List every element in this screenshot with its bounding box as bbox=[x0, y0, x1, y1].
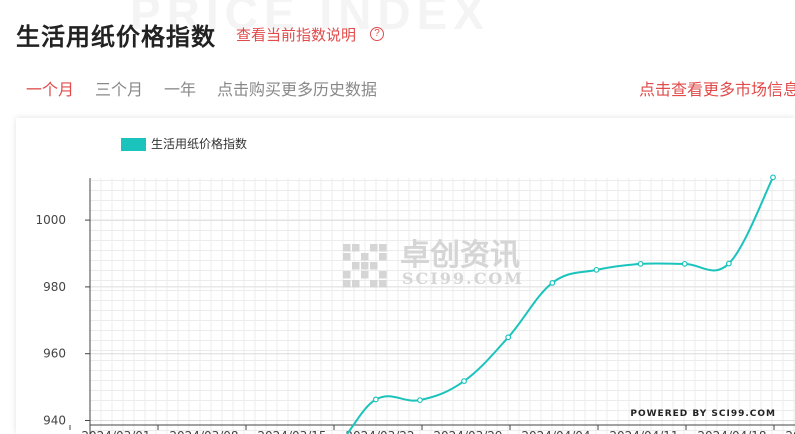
data-point bbox=[461, 378, 467, 384]
x-tick-label: 2024/03/15 bbox=[257, 429, 326, 434]
x-tick-label: 2024/03/08 bbox=[169, 429, 238, 434]
data-point bbox=[417, 397, 423, 404]
x-tick-label: 2024/04/25 bbox=[785, 429, 795, 434]
x-axis-ticks: 2024/03/01 2024/03/08 2024/03/15 2024/03/22… bbox=[69, 425, 795, 434]
watermark-square bbox=[379, 244, 387, 252]
data-point bbox=[549, 279, 556, 286]
powered-by-text: POWERED BY SCI99.COM bbox=[630, 409, 776, 419]
watermark-square bbox=[343, 280, 351, 288]
data-point bbox=[637, 260, 644, 267]
data-point bbox=[725, 260, 732, 267]
x-tick-label: 2024/03/29 bbox=[433, 429, 502, 434]
watermark-square bbox=[352, 280, 360, 288]
watermark-square bbox=[379, 280, 387, 288]
watermark-square bbox=[379, 253, 387, 261]
data-point bbox=[681, 260, 688, 267]
x-tick-label: 2024/03/22 bbox=[345, 429, 414, 434]
index-explanation-link[interactable]: 查看当前指数说明 bbox=[236, 24, 356, 45]
y-tick-label: 980 bbox=[43, 280, 66, 294]
watermark-square bbox=[370, 244, 378, 252]
x-tick-label: 2024/04/04 bbox=[521, 429, 590, 434]
watermark-square bbox=[352, 262, 360, 270]
data-point bbox=[372, 396, 379, 403]
data-point bbox=[593, 266, 600, 273]
help-icon[interactable]: ? bbox=[370, 27, 385, 41]
x-tick-label: 2024/04/11 bbox=[609, 429, 678, 434]
time-range-tabs: 一个月 三个月 一年 点击购买更多历史数据 bbox=[26, 76, 377, 100]
tab-three-months[interactable]: 三个月 bbox=[95, 76, 143, 100]
watermark-square bbox=[370, 262, 378, 270]
price-index-chart: 卓创资讯 SCI99.COM 9409609801000 2024/03/012… bbox=[35, 136, 795, 434]
y-tick-label: 940 bbox=[43, 414, 66, 428]
legend-swatch[interactable] bbox=[121, 138, 146, 151]
y-tick-label: 960 bbox=[43, 347, 66, 361]
data-point bbox=[505, 334, 512, 341]
y-tick-label: 1000 bbox=[35, 213, 66, 227]
page-title: 生活用纸价格指数 bbox=[16, 23, 216, 51]
watermark-en-text: SCI99.COM bbox=[402, 269, 524, 288]
watermark-square bbox=[361, 253, 369, 261]
watermark-square bbox=[370, 280, 378, 288]
legend-label[interactable]: 生活用纸价格指数 bbox=[151, 136, 247, 151]
watermark-square bbox=[379, 271, 387, 279]
header: 生活用纸价格指数 查看当前指数说明 ? bbox=[16, 18, 385, 51]
more-market-info-link[interactable]: 点击查看更多市场信息 bbox=[639, 76, 795, 100]
watermark-square bbox=[343, 244, 351, 252]
chart-grid-minor bbox=[89, 178, 795, 434]
tab-one-month[interactable]: 一个月 bbox=[26, 76, 74, 100]
watermark-square bbox=[361, 262, 369, 270]
data-point bbox=[770, 174, 776, 181]
watermark-cn-text: 卓创资讯 bbox=[400, 238, 520, 273]
chart-watermark: 卓创资讯 SCI99.COM bbox=[343, 238, 524, 288]
watermark-square bbox=[361, 271, 369, 279]
chart-card: 卓创资讯 SCI99.COM 9409609801000 2024/03/012… bbox=[16, 118, 795, 434]
tab-one-year[interactable]: 一年 bbox=[164, 76, 196, 100]
watermark-square bbox=[352, 244, 360, 252]
buy-history-data-link[interactable]: 点击购买更多历史数据 bbox=[217, 76, 377, 100]
x-tick-label: 2024/04/18 bbox=[697, 429, 766, 434]
x-tick-label: 2024/03/01 bbox=[81, 429, 150, 434]
y-axis-ticks: 940 960 980 1000 bbox=[35, 213, 90, 428]
watermark-square bbox=[343, 271, 351, 279]
watermark-square bbox=[343, 253, 351, 261]
